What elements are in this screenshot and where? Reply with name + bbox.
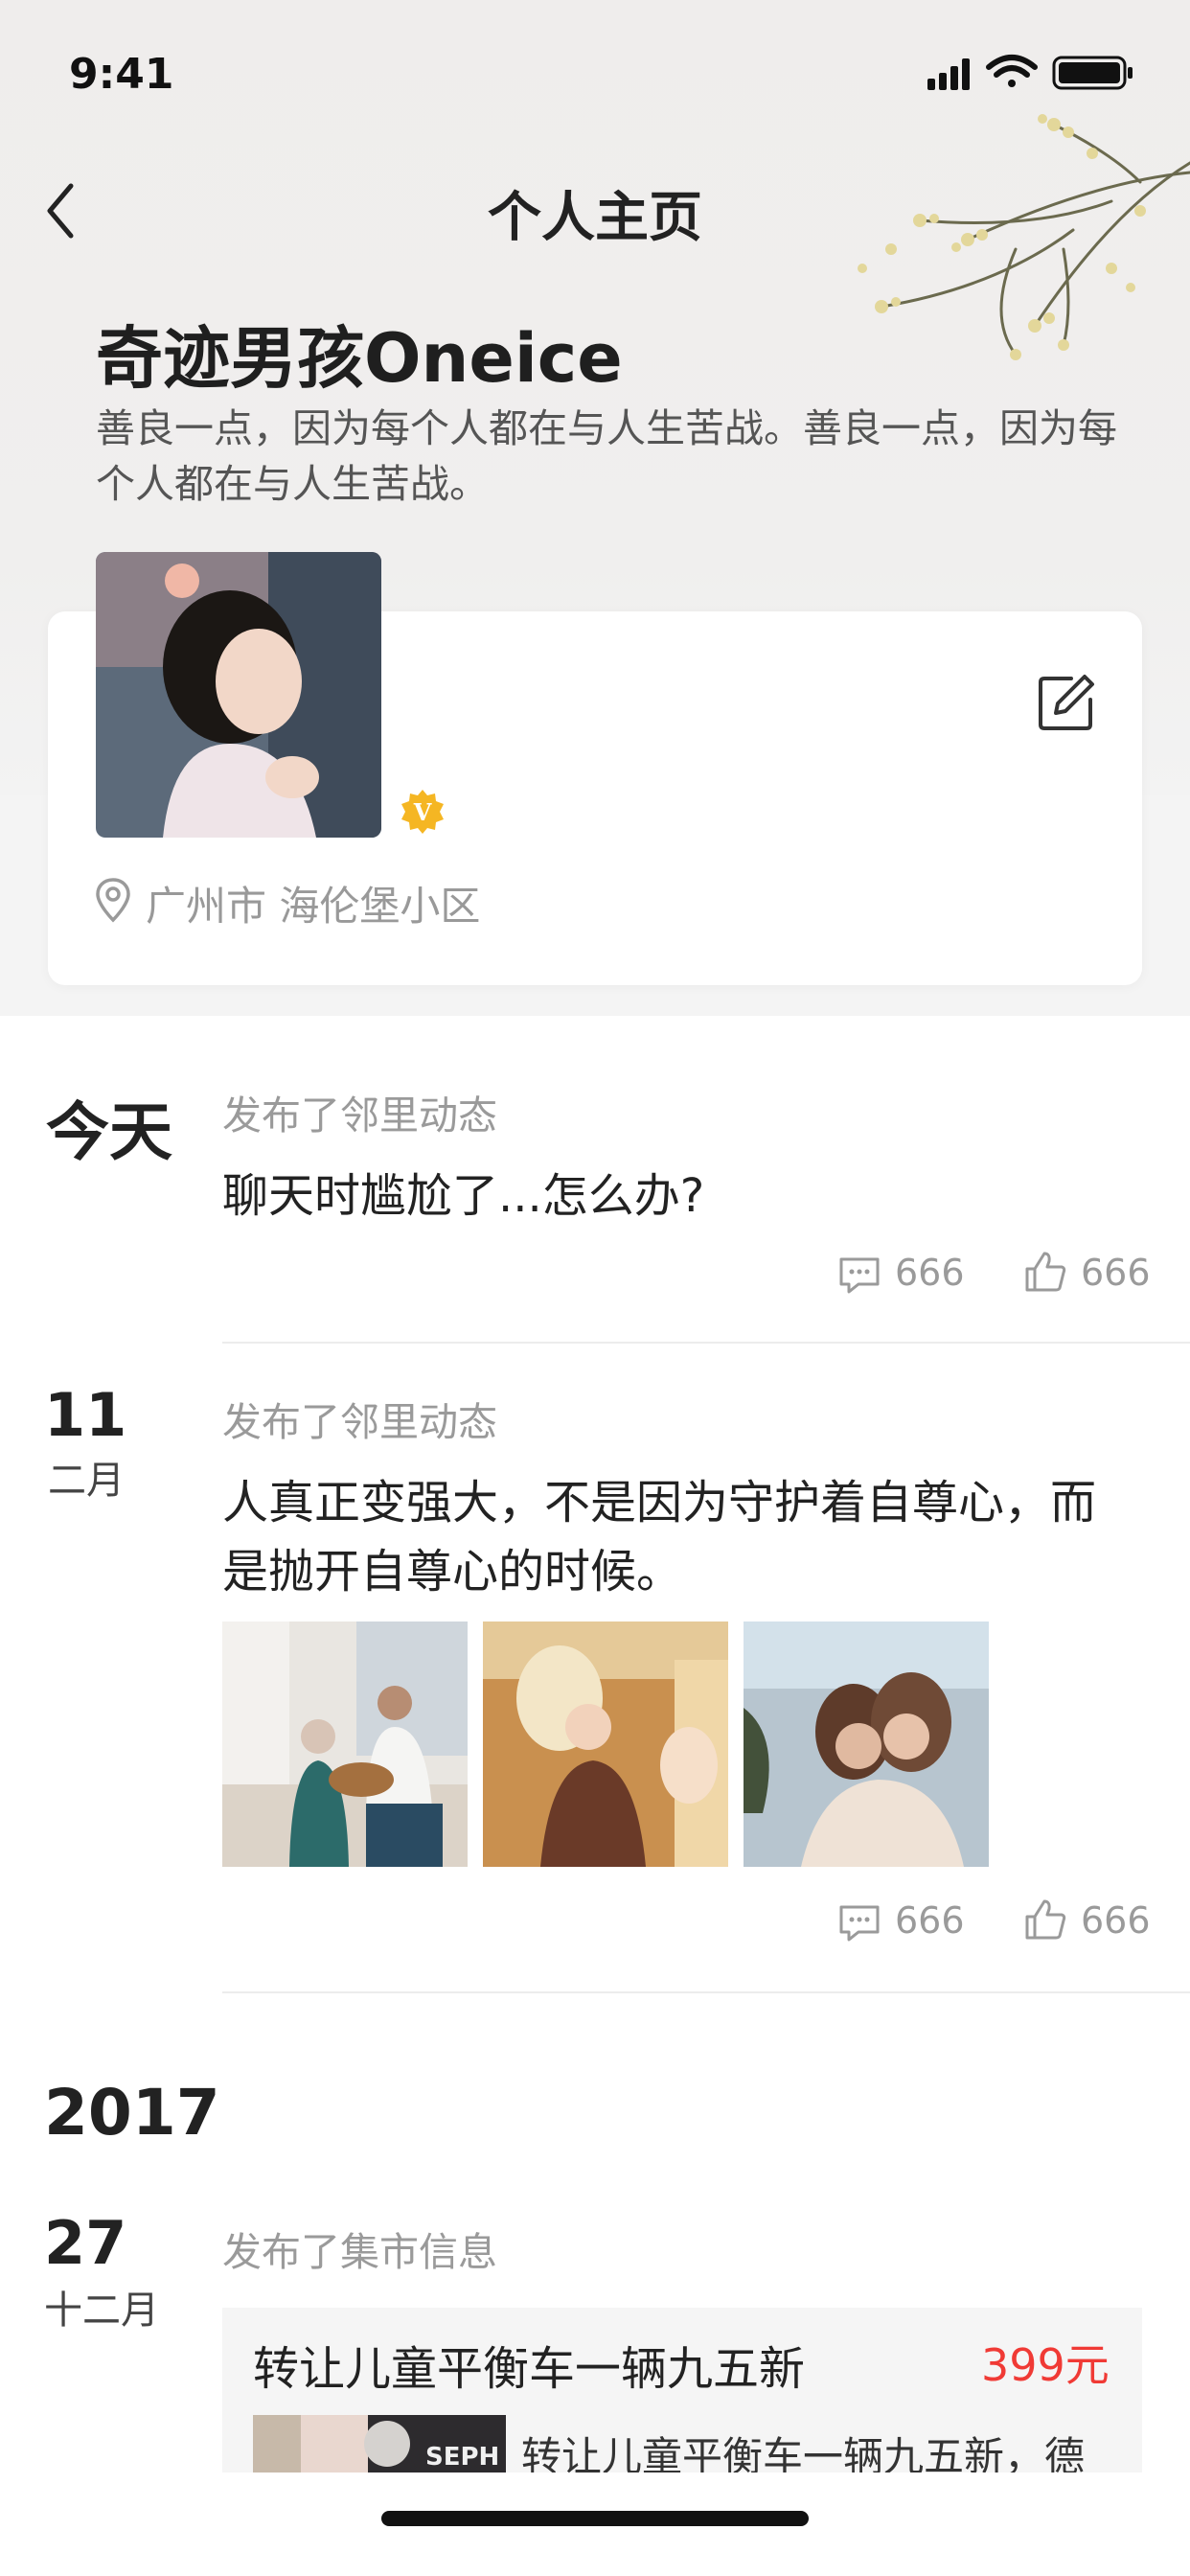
market-price: 399元 bbox=[981, 2339, 1110, 2391]
feed-day: 11 bbox=[44, 1380, 127, 1450]
avatar-photo bbox=[96, 552, 381, 838]
like-icon[interactable] bbox=[1023, 1250, 1067, 1294]
feed-meta: 发布了邻里动态 bbox=[222, 1092, 497, 1138]
feed-date-today: 今天 bbox=[46, 1095, 172, 1169]
status-icons bbox=[927, 55, 1133, 90]
like-count: 666 bbox=[1081, 1252, 1151, 1294]
market-image-text: SEPH bbox=[425, 2443, 499, 2472]
feed-content[interactable]: 聊天时尴尬了...怎么办? bbox=[222, 1162, 704, 1230]
feed-meta: 发布了集市信息 bbox=[222, 2229, 497, 2275]
location-text: 广州市 海伦堡小区 bbox=[146, 883, 481, 930]
like-count: 666 bbox=[1081, 1899, 1151, 1942]
feed-content-line[interactable]: 是抛开自尊心的时候。 bbox=[222, 1537, 682, 1606]
verified-badge-icon: V bbox=[401, 790, 444, 834]
comment-icon[interactable] bbox=[837, 1903, 881, 1944]
avatar[interactable] bbox=[96, 552, 381, 838]
flower-decoration bbox=[858, 114, 1190, 360]
feed-month: 二月 bbox=[48, 1459, 125, 1503]
comment-count: 666 bbox=[895, 1252, 965, 1294]
signal-icon bbox=[927, 58, 970, 90]
divider bbox=[222, 1991, 1190, 1993]
status-time: 9:41 bbox=[69, 50, 174, 99]
market-image[interactable]: SEPH bbox=[253, 2415, 506, 2472]
comment-count: 666 bbox=[895, 1899, 965, 1942]
wifi-icon bbox=[986, 55, 1038, 87]
profile-bio: 善良一点，因为每个人都在与人生苦战。善良一点，因为每个人都在与人生苦战。 bbox=[96, 405, 1117, 507]
badge-letter: V bbox=[413, 798, 432, 826]
home-indicator[interactable] bbox=[381, 2511, 809, 2526]
edit-icon[interactable] bbox=[1035, 671, 1098, 734]
feed-image[interactable] bbox=[744, 1622, 989, 1867]
feed-month: 十二月 bbox=[44, 2288, 159, 2333]
feed-meta: 发布了邻里动态 bbox=[222, 1399, 497, 1445]
market-title[interactable]: 转让儿童平衡车一辆九五新 bbox=[253, 2331, 805, 2398]
profile-name: 奇迹男孩Oneice bbox=[96, 319, 623, 398]
location-pin-icon bbox=[96, 878, 130, 923]
feed-day: 27 bbox=[44, 2208, 127, 2278]
like-icon[interactable] bbox=[1023, 1898, 1067, 1942]
feed-image[interactable] bbox=[483, 1622, 728, 1867]
divider bbox=[222, 1342, 1190, 1344]
feed-image[interactable] bbox=[222, 1622, 468, 1867]
year-heading: 2017 bbox=[44, 2076, 220, 2150]
comment-icon[interactable] bbox=[837, 1255, 881, 1296]
battery-icon bbox=[1052, 56, 1133, 90]
feed-content-line[interactable]: 人真正变强大，不是因为守护着自尊心，而 bbox=[222, 1468, 1096, 1537]
